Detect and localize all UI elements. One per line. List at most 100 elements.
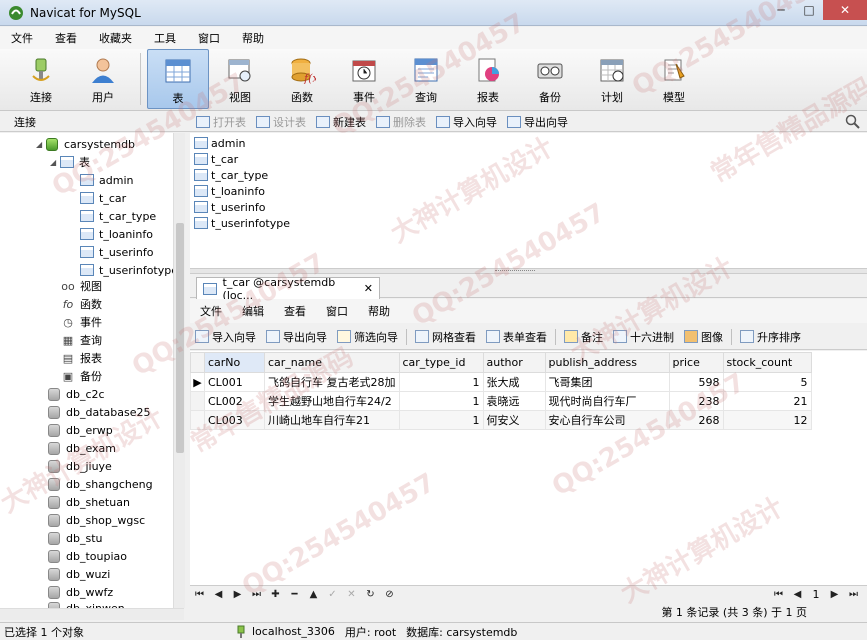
tree-vertical-scrollbar[interactable] xyxy=(173,133,185,608)
sort-ascending-button[interactable]: 升序排序 xyxy=(735,329,806,345)
object-list-item[interactable]: t_loaninfo xyxy=(194,183,265,199)
table-cell[interactable]: 何安义 xyxy=(482,410,546,430)
scrollbar-thumb[interactable] xyxy=(176,223,184,453)
function-button[interactable]: f(x) 函数 xyxy=(271,49,333,109)
memo-button[interactable]: 备注 xyxy=(559,329,608,345)
expand-triangle-icon[interactable]: ◢ xyxy=(36,140,46,149)
new-table-button[interactable]: 新建表 xyxy=(312,114,370,130)
tree-db[interactable]: db_database25 xyxy=(48,403,150,421)
tree-table-admin[interactable]: admin xyxy=(80,171,133,189)
tree-horizontal-scrollbar[interactable] xyxy=(0,608,184,620)
apply-icon[interactable]: ✓ xyxy=(323,589,342,600)
last-record-icon[interactable]: ⏭ xyxy=(247,589,266,600)
tree-db[interactable]: db_jiuye xyxy=(48,457,112,475)
tree-db[interactable]: db_c2c xyxy=(48,385,105,403)
stop-icon[interactable]: ⊘ xyxy=(380,589,399,600)
column-header[interactable]: author xyxy=(482,352,546,373)
page-number[interactable]: 1 xyxy=(807,588,825,601)
tree-queries[interactable]: ▦ 查询 xyxy=(60,331,102,349)
table-cell[interactable]: 238 xyxy=(668,391,724,411)
object-list-item[interactable]: t_car xyxy=(194,151,238,167)
table-menu-view[interactable]: 查看 xyxy=(274,303,316,319)
column-header[interactable]: price xyxy=(668,352,724,373)
hex-button[interactable]: 十六进制 xyxy=(608,329,679,345)
first-record-icon[interactable]: ⏮ xyxy=(190,589,209,600)
column-header[interactable]: publish_address xyxy=(544,352,670,373)
table-cell[interactable]: 飞鸽自行车 复古老式28加 xyxy=(264,372,400,392)
column-header[interactable]: stock_count xyxy=(722,352,812,373)
table-cell[interactable]: 袁晓远 xyxy=(482,391,546,411)
tree-tables-folder[interactable]: ◢ 表 xyxy=(50,153,90,171)
tree-functions[interactable]: fo 函数 xyxy=(60,295,102,313)
tree-db[interactable]: db_exam xyxy=(48,439,116,457)
close-tab-icon[interactable]: ✕ xyxy=(364,282,373,295)
table-cell[interactable]: 现代时尚自行车厂 xyxy=(544,391,670,411)
backup-button[interactable]: 备份 xyxy=(519,49,581,109)
export-wizard-button[interactable]: 导出向导 xyxy=(261,329,332,345)
table-cell[interactable]: 安心自行车公司 xyxy=(544,410,670,430)
import-wizard-button[interactable]: 导入向导 xyxy=(432,114,501,130)
table-cell[interactable]: CL003 xyxy=(204,410,265,430)
table-button[interactable]: 表 xyxy=(147,49,209,109)
user-button[interactable]: 用户 xyxy=(72,49,134,109)
prev-page-icon[interactable]: ◀ xyxy=(788,589,807,600)
menu-view[interactable]: 查看 xyxy=(44,30,88,46)
object-list-item[interactable]: t_userinfotype xyxy=(194,215,290,231)
design-table-button[interactable]: 设计表 xyxy=(252,114,310,130)
table-cell[interactable]: 12 xyxy=(722,410,812,430)
query-button[interactable]: 查询 xyxy=(395,49,457,109)
table-cell[interactable]: CL002 xyxy=(204,391,265,411)
expand-triangle-icon[interactable]: ◢ xyxy=(50,158,60,167)
table-cell[interactable]: 598 xyxy=(668,372,724,392)
table-cell[interactable]: 5 xyxy=(722,372,812,392)
table-menu-edit[interactable]: 编辑 xyxy=(232,303,274,319)
menu-tools[interactable]: 工具 xyxy=(143,30,187,46)
close-button[interactable]: ✕ xyxy=(823,0,867,20)
tree-db[interactable]: db_xinwen xyxy=(48,599,125,608)
tree-table-t-car-type[interactable]: t_car_type xyxy=(80,207,156,225)
column-header[interactable]: carNo xyxy=(204,352,265,373)
first-page-icon[interactable]: ⏮ xyxy=(769,589,788,600)
prev-record-icon[interactable]: ◀ xyxy=(209,589,228,600)
schedule-button[interactable]: 计划 xyxy=(581,49,643,109)
add-record-icon[interactable]: ✚ xyxy=(266,589,285,600)
tree-db[interactable]: db_stu xyxy=(48,529,102,547)
report-button[interactable]: 报表 xyxy=(457,49,519,109)
tree-table-t-userinfo[interactable]: t_userinfo xyxy=(80,243,153,261)
delete-table-button[interactable]: 删除表 xyxy=(372,114,430,130)
refresh-icon[interactable]: ↻ xyxy=(361,589,380,600)
next-page-icon[interactable]: ▶ xyxy=(825,589,844,600)
last-page-icon[interactable]: ⏭ xyxy=(844,589,863,600)
table-menu-help[interactable]: 帮助 xyxy=(358,303,400,319)
menu-file[interactable]: 文件 xyxy=(0,30,44,46)
table-row[interactable]: CL003 川崎山地车自行车21 1 何安义 安心自行车公司 268 12 xyxy=(190,410,812,430)
tree-backups[interactable]: ▣ 备份 xyxy=(60,367,102,385)
table-row[interactable]: CL002 学生越野山地自行车24/2 1 袁晓远 现代时尚自行车厂 238 2… xyxy=(190,391,812,411)
object-list-item[interactable]: t_userinfo xyxy=(194,199,265,215)
grid-view-button[interactable]: 网格查看 xyxy=(410,329,481,345)
tree-table-t-loaninfo[interactable]: t_loaninfo xyxy=(80,225,153,243)
tree-db-carsystemdb[interactable]: ◢ carsystemdb xyxy=(36,135,135,153)
search-icon[interactable] xyxy=(845,114,861,130)
tab-t-car[interactable]: t_car @carsystemdb (loc... ✕ xyxy=(196,276,380,302)
table-cell[interactable]: 1 xyxy=(398,410,484,430)
view-button[interactable]: 视图 xyxy=(209,49,271,109)
table-cell[interactable]: 268 xyxy=(668,410,724,430)
tree-table-t-car[interactable]: t_car xyxy=(80,189,126,207)
model-button[interactable]: 模型 xyxy=(643,49,705,109)
tree-db[interactable]: db_shop_wgsc xyxy=(48,511,145,529)
tree-db[interactable]: db_shangcheng xyxy=(48,475,153,493)
tree-db[interactable]: db_toupiao xyxy=(48,547,127,565)
column-header[interactable]: car_type_id xyxy=(398,352,484,373)
tree-views[interactable]: oo 视图 xyxy=(60,277,102,295)
table-cell[interactable]: 学生越野山地自行车24/2 xyxy=(264,391,400,411)
table-cell[interactable]: 张大成 xyxy=(482,372,546,392)
table-cell[interactable]: 飞哥集团 xyxy=(544,372,670,392)
connect-button[interactable]: 连接 xyxy=(10,49,72,109)
table-menu-window[interactable]: 窗口 xyxy=(316,303,358,319)
table-row[interactable]: ▶ CL001 飞鸽自行车 复古老式28加 1 张大成 飞哥集团 598 5 xyxy=(190,372,812,392)
menu-help[interactable]: 帮助 xyxy=(231,30,275,46)
tree-reports[interactable]: ▤ 报表 xyxy=(60,349,102,367)
object-list-item[interactable]: admin xyxy=(194,135,245,151)
next-record-icon[interactable]: ▶ xyxy=(228,589,247,600)
